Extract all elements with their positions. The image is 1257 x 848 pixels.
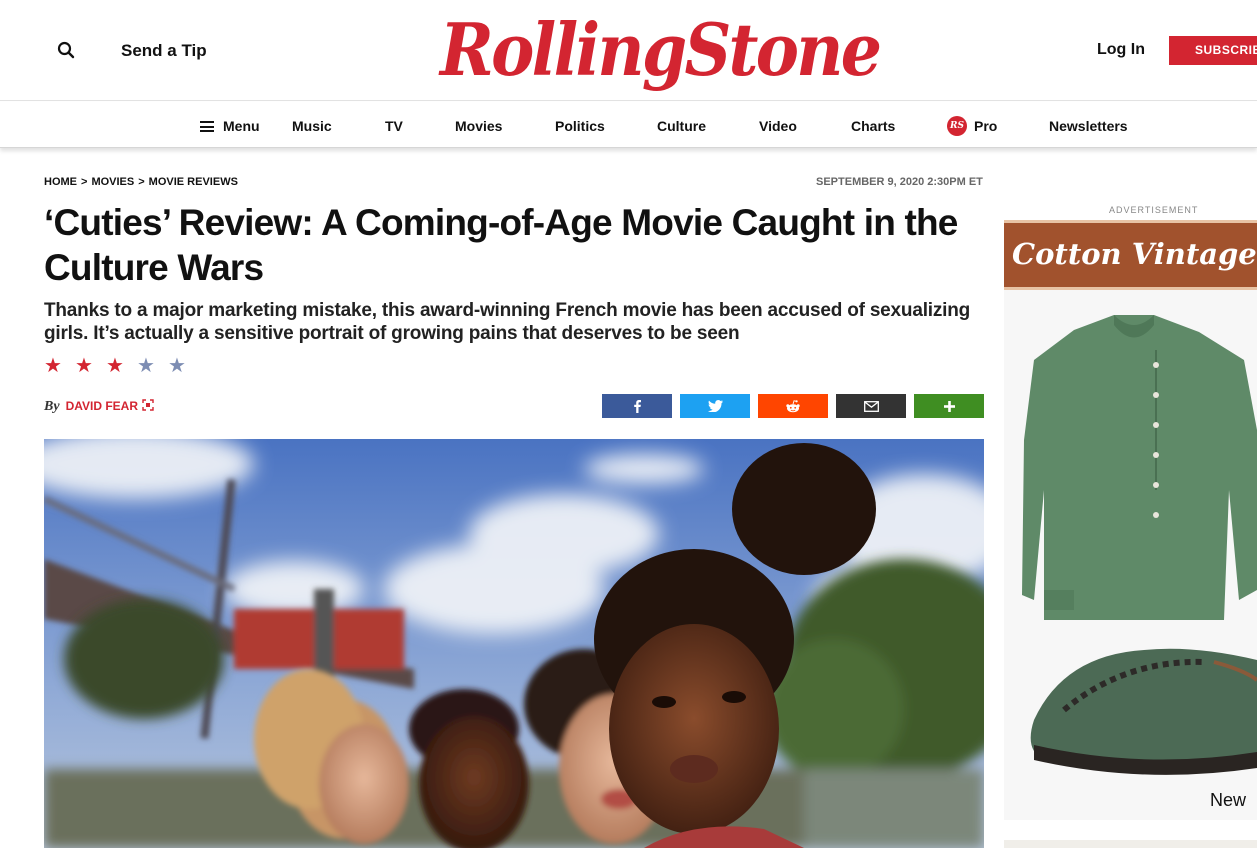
email-icon bbox=[863, 400, 879, 412]
main-nav: Menu Music TV Movies Politics Culture Vi… bbox=[0, 102, 1257, 148]
plus-icon bbox=[943, 400, 955, 412]
nav-newsletters[interactable]: Newsletters bbox=[1049, 118, 1128, 134]
share-reddit-button[interactable] bbox=[758, 394, 828, 418]
send-tip-link[interactable]: Send a Tip bbox=[121, 41, 207, 61]
ad-cta-text[interactable]: New bbox=[1210, 790, 1246, 811]
nav-charts[interactable]: Charts bbox=[851, 118, 895, 134]
nav-movies[interactable]: Movies bbox=[455, 118, 502, 134]
breadcrumb-separator: > bbox=[81, 176, 88, 188]
hamburger-menu-icon[interactable] bbox=[200, 121, 214, 132]
nav-culture[interactable]: Culture bbox=[657, 118, 706, 134]
rs-pro-logo-icon[interactable]: RS bbox=[947, 116, 967, 136]
ad-product-image bbox=[1004, 290, 1257, 820]
breadcrumb-movie-reviews[interactable]: MOVIE REVIEWS bbox=[149, 176, 238, 188]
star-icon: ★ bbox=[75, 355, 93, 377]
ad-divider bbox=[1004, 840, 1257, 848]
article-dek: Thanks to a major marketing mistake, thi… bbox=[44, 300, 971, 344]
nav-menu[interactable]: Menu bbox=[223, 118, 260, 134]
byline-prefix: By bbox=[44, 399, 60, 414]
share-email-button[interactable] bbox=[836, 394, 906, 418]
star-icon: ★ bbox=[106, 355, 124, 377]
login-link[interactable]: Log In bbox=[1097, 41, 1145, 59]
advertisement-label: ADVERTISEMENT bbox=[1109, 205, 1199, 215]
breadcrumb: HOME > MOVIES > MOVIE REVIEWS bbox=[44, 176, 238, 188]
ad-brand: Cotton Vintage Look bbox=[1012, 237, 1257, 271]
rolling-stone-logo[interactable]: RollingStone bbox=[440, 6, 882, 94]
breadcrumb-separator: > bbox=[138, 176, 145, 188]
hero-image bbox=[44, 439, 984, 848]
star-icon: ★ bbox=[168, 355, 186, 377]
breadcrumb-home[interactable]: HOME bbox=[44, 176, 77, 188]
reddit-icon bbox=[786, 399, 800, 412]
twitter-icon bbox=[707, 400, 723, 412]
article-headline: ‘Cuties’ Review: A Coming-of-Age Movie C… bbox=[44, 202, 958, 288]
ad-banner: Cotton Vintage Look bbox=[1004, 220, 1257, 290]
site-header: Send a Tip RollingStone Log In SUBSCRIBE bbox=[0, 0, 1257, 101]
sidebar-ad[interactable]: Cotton Vintage Look bbox=[1004, 220, 1257, 820]
publish-date: SEPTEMBER 9, 2020 2:30PM ET bbox=[816, 176, 983, 188]
byline: By DAVID FEAR bbox=[44, 398, 154, 415]
nav-pro[interactable]: Pro bbox=[974, 118, 997, 134]
facebook-icon bbox=[634, 400, 641, 413]
nav-video[interactable]: Video bbox=[759, 118, 797, 134]
subscribe-button[interactable]: SUBSCRIBE bbox=[1169, 36, 1257, 65]
author-profile-icon[interactable] bbox=[142, 399, 154, 411]
star-icon: ★ bbox=[137, 355, 155, 377]
author-link[interactable]: DAVID FEAR bbox=[66, 399, 138, 413]
star-icon: ★ bbox=[44, 355, 62, 377]
nav-music[interactable]: Music bbox=[292, 118, 332, 134]
breadcrumb-movies[interactable]: MOVIES bbox=[91, 176, 134, 188]
nav-tv[interactable]: TV bbox=[385, 118, 403, 134]
share-more-button[interactable] bbox=[914, 394, 984, 418]
search-icon[interactable] bbox=[56, 40, 78, 62]
nav-politics[interactable]: Politics bbox=[555, 118, 605, 134]
share-facebook-button[interactable] bbox=[602, 394, 672, 418]
share-twitter-button[interactable] bbox=[680, 394, 750, 418]
